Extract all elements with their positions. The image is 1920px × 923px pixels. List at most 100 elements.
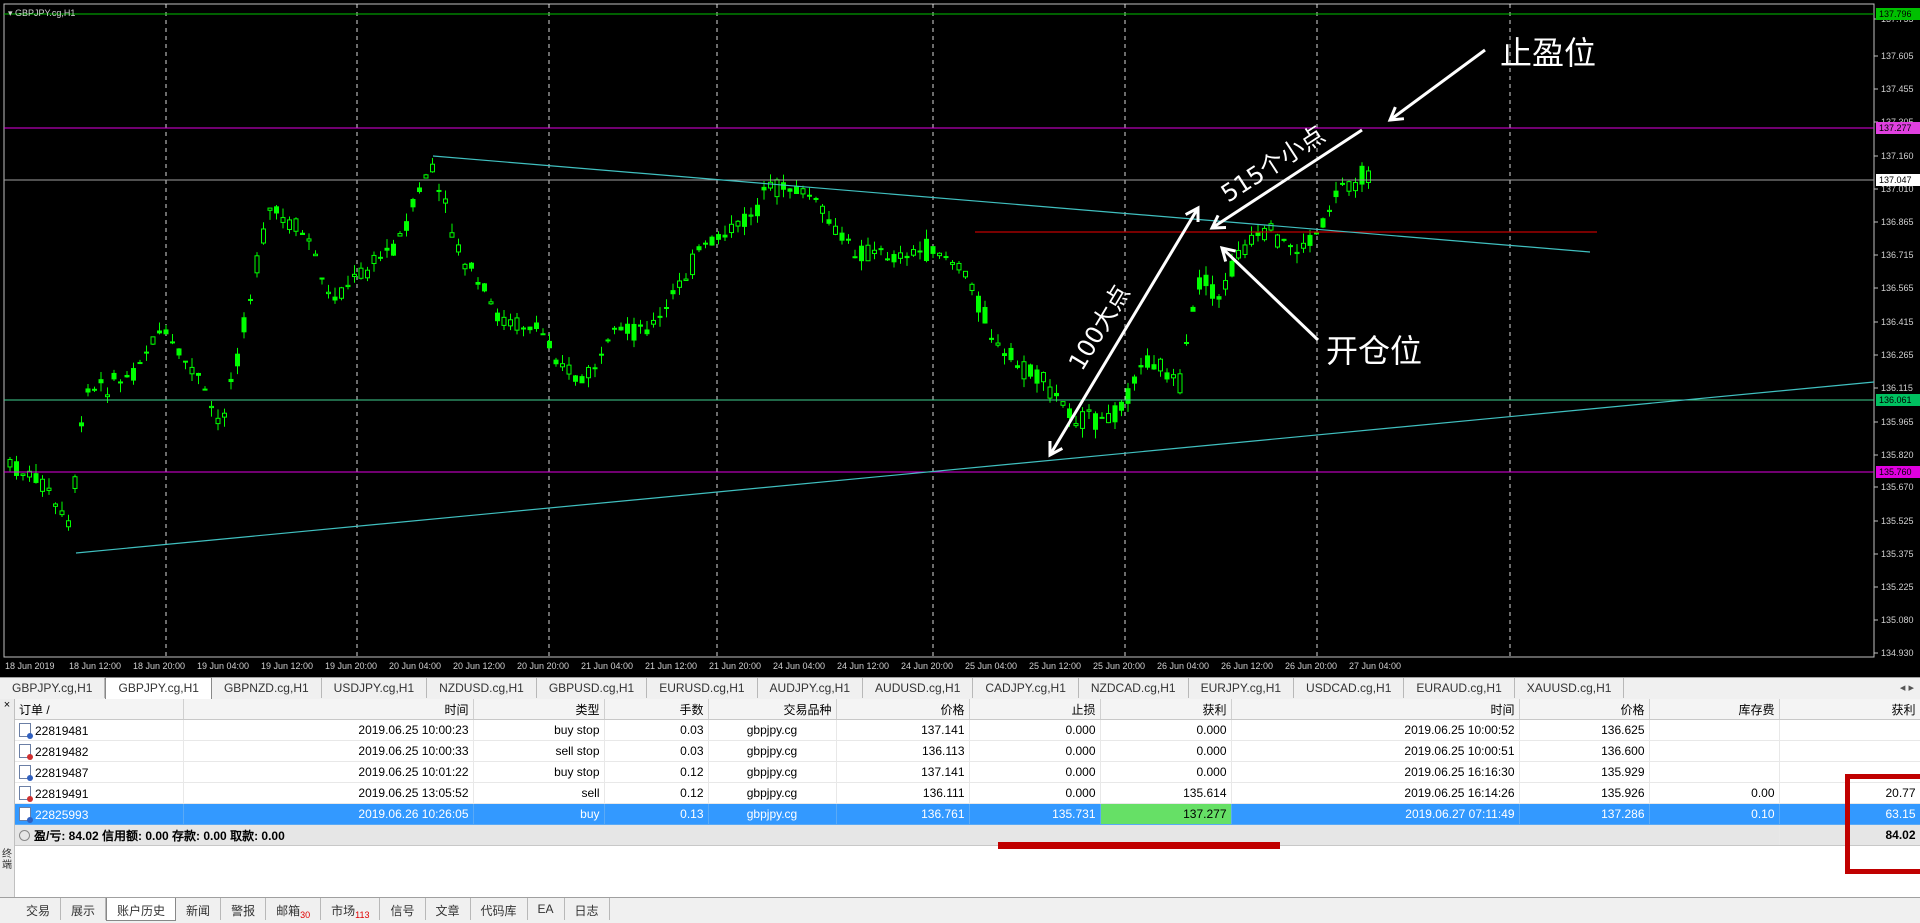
candle-body: [332, 296, 338, 301]
symbol-tab[interactable]: GBPJPY.cg,H1: [0, 678, 106, 698]
candle-body: [1223, 280, 1228, 290]
symbol-tab[interactable]: EURJPY.cg,H1: [1189, 678, 1295, 698]
column-header[interactable]: 库存费: [1649, 699, 1780, 720]
candle-body: [891, 254, 897, 263]
candle-body: [1177, 373, 1183, 394]
terminal-tab[interactable]: 日志: [565, 898, 610, 920]
symbol-tab[interactable]: CADJPY.cg,H1: [973, 678, 1079, 698]
terminal-tab[interactable]: 信号: [380, 898, 426, 920]
column-header[interactable]: 价格: [836, 699, 970, 720]
terminal-tab[interactable]: 展示: [61, 898, 107, 920]
open-annotation: 开仓位: [1326, 332, 1422, 370]
column-header[interactable]: 价格: [1519, 699, 1650, 720]
symbol-tab[interactable]: NZDUSD.cg,H1: [427, 678, 537, 698]
candle-body: [202, 388, 208, 391]
range-arrow: [1048, 207, 1200, 456]
symbol-tab[interactable]: USDCAD.cg,H1: [1294, 678, 1405, 698]
terminal-tab[interactable]: 市场113: [321, 898, 381, 920]
symbol-tab[interactable]: EURAUD.cg,H1: [1404, 678, 1515, 698]
table-row[interactable]: 22819491 2019.06.25 13:05:52 sell 0.12 gbpjp…: [15, 782, 1920, 804]
cell-sl: 0.000: [969, 740, 1101, 762]
cell-symbol: gbpjpy.cg: [708, 803, 837, 825]
price-chart[interactable]: 止盈位开仓位100大点515个小点 137.755137.605137.4551…: [0, 0, 1920, 677]
symbol-tab[interactable]: XAUUSD.cg,H1: [1515, 678, 1625, 698]
column-header[interactable]: 类型: [473, 699, 605, 720]
time-tick-label: 26 Jun 20:00: [1285, 661, 1337, 671]
terminal-tab[interactable]: 账户历史: [106, 898, 177, 921]
symbol-tab[interactable]: AUDUSD.cg,H1: [863, 678, 974, 698]
symbol-tab[interactable]: EURUSD.cg,H1: [647, 678, 758, 698]
table-row[interactable]: 22819481 2019.06.25 10:00:23 buy stop 0.03 g…: [15, 719, 1920, 741]
symbol-tab[interactable]: USDJPY.cg,H1: [322, 678, 428, 698]
table-row[interactable]: 22819482 2019.06.25 10:00:33 sell stop 0.03…: [15, 740, 1920, 762]
tab-badge: 113: [355, 910, 370, 920]
tab-scroll-arrows[interactable]: ◂ ▸: [1894, 678, 1920, 699]
symbol-tab[interactable]: AUDJPY.cg,H1: [758, 678, 864, 698]
column-header[interactable]: 时间: [1231, 699, 1520, 720]
candle-body: [358, 267, 364, 279]
cell-tp: 0.000: [1100, 740, 1232, 762]
symbol-tab[interactable]: GBPJPY.cg,H1: [105, 677, 212, 699]
column-header[interactable]: 订单 /: [15, 699, 184, 720]
close-icon[interactable]: ×: [0, 699, 14, 711]
symbol-tab-bar: GBPJPY.cg,H1 GBPJPY.cg,H1 GBPNZD.cg,H1 USDJ…: [0, 677, 1920, 700]
candle-body: [1054, 392, 1059, 397]
symbol-tab[interactable]: GBPUSD.cg,H1: [537, 678, 648, 698]
candle-body: [514, 317, 520, 331]
candle-body: [228, 378, 234, 383]
candle-body: [1242, 244, 1248, 255]
candle-body: [501, 316, 507, 326]
candle-body: [1138, 365, 1144, 368]
symbol-tab[interactable]: GBPNZD.cg,H1: [212, 678, 322, 698]
terminal-tab[interactable]: EA: [528, 898, 565, 920]
candle-body: [53, 503, 58, 507]
candle-body: [547, 340, 552, 349]
candle-body: [85, 388, 91, 393]
price-tick-label: 136.265: [1881, 350, 1914, 360]
order-icon: [19, 722, 33, 739]
candle-body: [1288, 245, 1293, 248]
column-header[interactable]: 手数: [604, 699, 709, 720]
column-header[interactable]: 交易品种: [708, 699, 837, 720]
candle-body: [7, 458, 13, 468]
lower-trendline: [75, 381, 1875, 554]
candle-body: [1041, 372, 1046, 383]
candle-body: [1060, 401, 1066, 406]
table-row[interactable]: 22819487 2019.06.25 10:01:22 buy stop 0.12 g…: [15, 761, 1920, 783]
candle-body: [1236, 249, 1241, 259]
time-tick-label: 26 Jun 12:00: [1221, 661, 1273, 671]
candle-body: [79, 422, 84, 427]
cell-close-time: 2019.06.25 16:14:26: [1231, 782, 1520, 804]
cell-type: sell stop: [473, 740, 605, 762]
time-tick-label: 18 Jun 12:00: [69, 661, 121, 671]
column-header[interactable]: 止损: [969, 699, 1101, 720]
candle-body: [1275, 234, 1280, 248]
terminal-tab[interactable]: 文章: [426, 898, 471, 920]
column-header[interactable]: 时间: [183, 699, 474, 720]
column-header[interactable]: 获利: [1779, 699, 1920, 720]
candle-body: [1086, 409, 1092, 412]
column-header[interactable]: 获利: [1100, 699, 1232, 720]
candle-body: [781, 182, 786, 190]
terminal-tab[interactable]: 邮箱30: [266, 898, 322, 920]
chart-canvas[interactable]: 止盈位开仓位100大点515个小点 137.755137.605137.4551…: [0, 0, 1920, 677]
terminal-tab[interactable]: 新闻: [176, 898, 222, 920]
candle-body: [917, 250, 923, 253]
candle-body: [248, 298, 253, 301]
price-tick-label: 135.080: [1881, 615, 1914, 625]
terminal-tab[interactable]: 警报: [221, 898, 267, 920]
time-tick-label: 19 Jun 12:00: [261, 661, 313, 671]
terminal-tab[interactable]: 代码库: [471, 898, 528, 920]
candle-body: [872, 249, 877, 255]
candle-body: [163, 329, 169, 335]
table-row[interactable]: 22825993 2019.06.26 10:26:05 buy 0.13 gbpjpy…: [15, 803, 1920, 825]
candle-body: [631, 323, 637, 341]
terminal-tab[interactable]: 交易: [16, 898, 62, 920]
candle-body: [1249, 234, 1254, 245]
candle-body: [1353, 182, 1358, 192]
candle-body: [365, 269, 370, 279]
candle-body: [859, 245, 864, 262]
price-tick-label: 137.455: [1881, 84, 1914, 94]
candle-body: [1002, 353, 1007, 357]
symbol-tab[interactable]: NZDCAD.cg,H1: [1079, 678, 1189, 698]
